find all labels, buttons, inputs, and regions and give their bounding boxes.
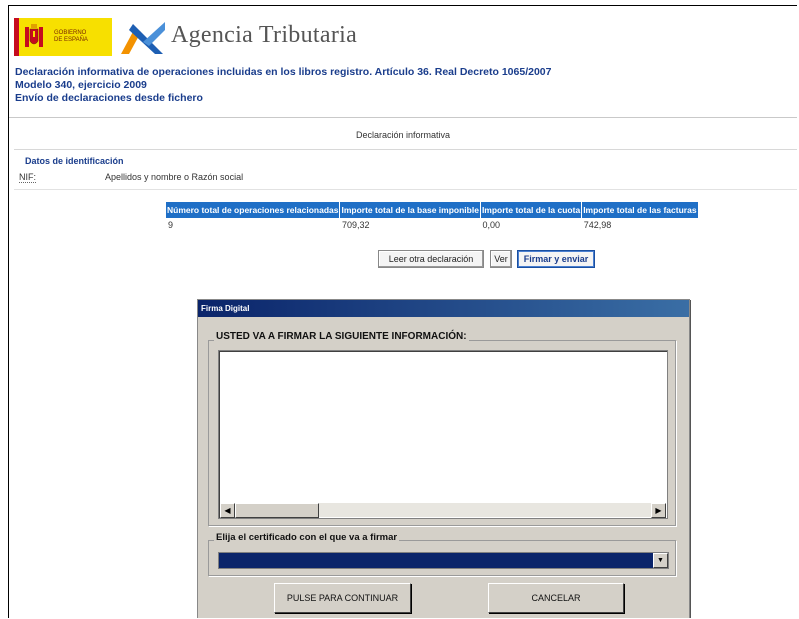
summary-value-row: 9 709,32 0,00 742,98 — [166, 218, 698, 232]
coat-of-arms-icon — [25, 24, 43, 47]
nif-label: NIF: — [19, 172, 36, 183]
value-total-operations: 9 — [168, 220, 174, 230]
page-titles: Declaración informativa de operaciones i… — [15, 66, 551, 105]
divider — [14, 149, 797, 150]
dialog-title-bar[interactable]: Firma Digital — [198, 300, 689, 317]
gobierno-de-espana-logo: GOBIERNO DE ESPAÑA — [14, 18, 112, 56]
agency-name: Agencia Tributaria — [171, 22, 358, 48]
digital-signature-dialog: Firma Digital USTED VA A FIRMAR LA SIGUI… — [197, 299, 690, 618]
scroll-left-icon[interactable]: ◀ — [220, 503, 235, 518]
flag-stripe — [14, 18, 19, 56]
value-tax-amount: 0,00 — [482, 220, 500, 230]
name-label: Apellidos y nombre o Razón social — [105, 172, 244, 182]
identification-section-label: Datos de identificación — [25, 156, 124, 166]
view-button[interactable]: Ver — [490, 250, 512, 268]
read-other-declaration-button[interactable]: Leer otra declaración — [378, 250, 484, 268]
divider — [14, 189, 797, 190]
title-line-1: Declaración informativa de operaciones i… — [15, 66, 552, 78]
gov-logo-line2: DE ESPAÑA — [54, 37, 88, 43]
chevron-down-icon[interactable]: ▼ — [653, 553, 668, 568]
title-line-3: Envío de declaraciones desde fichero — [15, 92, 203, 104]
cancel-button[interactable]: CANCELAR — [488, 583, 624, 613]
header-tax-amount: Importe total de la cuota — [480, 202, 583, 218]
declaration-title: Declaración informativa — [355, 130, 451, 140]
summary-table: Número total de operaciones relacionadas… — [166, 202, 699, 232]
sign-and-send-button[interactable]: Firmar y enviar — [517, 250, 595, 268]
certificate-select[interactable]: ▼ — [218, 552, 669, 569]
header-total-operations: Número total de operaciones relacionadas — [166, 202, 341, 218]
summary-header-row: Número total de operaciones relacionadas… — [166, 202, 699, 218]
scroll-right-icon[interactable]: ▶ — [651, 503, 666, 518]
title-line-2: Modelo 340, ejercicio 2009 — [15, 79, 147, 91]
header-taxable-base: Importe total de la base imponible — [339, 202, 481, 218]
signature-info-textarea[interactable]: ◀ ▶ — [218, 350, 668, 519]
scrollbar-thumb[interactable] — [235, 503, 319, 518]
header-invoice-total: Importe total de las facturas — [581, 202, 699, 218]
gov-logo-line1: GOBIERNO — [54, 30, 87, 36]
gov-logo-text: GOBIERNO DE ESPAÑA — [54, 30, 88, 44]
horizontal-scrollbar[interactable]: ◀ ▶ — [220, 503, 666, 518]
divider — [9, 117, 797, 118]
certificate-legend: Elija el certificado con el que va a fir… — [214, 532, 400, 543]
info-legend: USTED VA A FIRMAR LA SIGUIENTE INFORMACI… — [214, 331, 469, 342]
browser-page: GOBIERNO DE ESPAÑA Agencia Tributaria De… — [8, 5, 797, 618]
value-taxable-base: 709,32 — [341, 220, 370, 230]
agencia-tributaria-logo-icon — [121, 22, 165, 54]
value-invoice-total: 742,98 — [583, 220, 612, 230]
continue-button[interactable]: PULSE PARA CONTINUAR — [274, 583, 411, 613]
